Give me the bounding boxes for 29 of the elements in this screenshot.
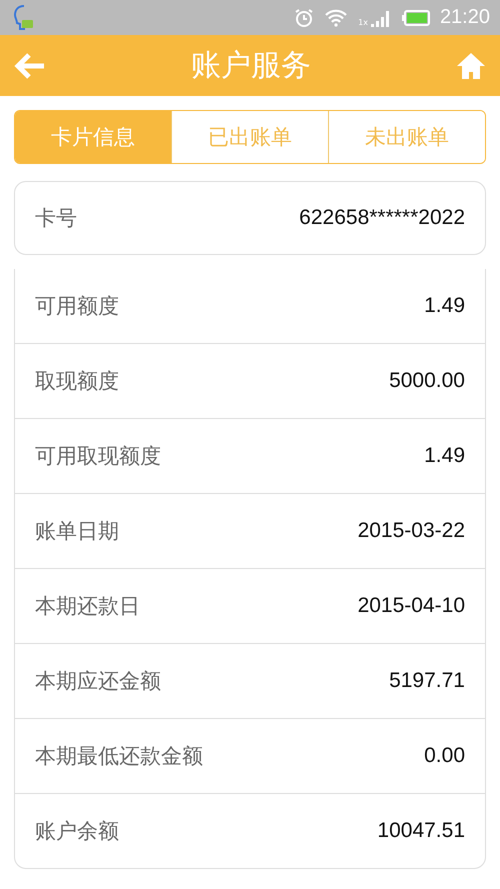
field-value: 1.49 xyxy=(424,444,465,468)
alarm-clock-icon xyxy=(294,8,314,28)
field-label: 本期应还金额 xyxy=(35,668,161,695)
wifi-icon xyxy=(324,8,348,26)
home-icon[interactable] xyxy=(456,52,486,80)
field-label: 卡号 xyxy=(35,205,77,232)
field-label: 账单日期 xyxy=(35,518,119,545)
network-type-label: 1x xyxy=(358,18,368,27)
clock-time: 21:20 xyxy=(440,6,490,29)
field-label: 本期还款日 xyxy=(35,593,140,620)
field-label: 可用取现额度 xyxy=(35,443,161,470)
field-label: 取现额度 xyxy=(35,368,119,395)
tab[interactable]: 卡片信息 xyxy=(15,111,171,163)
field-value: 0.00 xyxy=(424,744,465,768)
battery-icon xyxy=(402,10,430,26)
field-value: 2015-03-22 xyxy=(358,519,465,543)
field-label: 账户余额 xyxy=(35,818,119,845)
field-value: 622658******2022 xyxy=(299,206,465,230)
field-value: 10047.51 xyxy=(377,819,465,843)
assistant-icon xyxy=(12,4,36,32)
field-value: 2015-04-10 xyxy=(358,594,465,618)
tab[interactable]: 未出账单 xyxy=(328,111,485,163)
field-value: 1.49 xyxy=(424,294,465,318)
field-value: 5000.00 xyxy=(389,369,465,393)
field-label: 可用额度 xyxy=(35,293,119,320)
field-value: 5197.71 xyxy=(389,669,465,693)
back-arrow-icon[interactable] xyxy=(14,52,46,80)
field-label: 本期最低还款金额 xyxy=(35,743,203,770)
page-title: 账户服务 xyxy=(191,47,311,85)
